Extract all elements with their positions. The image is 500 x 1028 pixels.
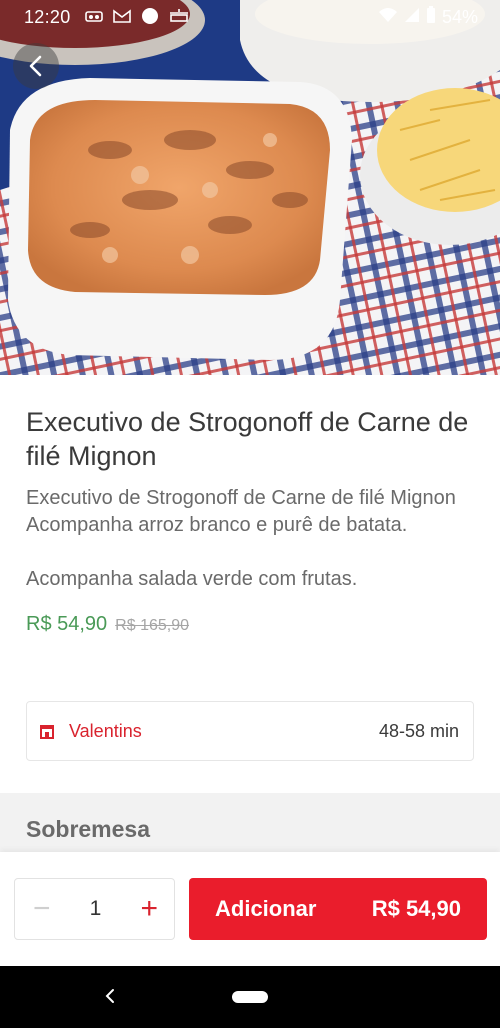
- bottom-action-bar: − 1 + Adicionar R$ 54,90: [0, 852, 500, 966]
- food-photo-illustration: [0, 0, 500, 375]
- status-bar: 12:20 54%: [0, 0, 500, 34]
- gmail-icon: [112, 8, 131, 26]
- nav-home-pill[interactable]: [232, 991, 268, 1003]
- wifi-icon: [378, 7, 398, 28]
- add-button-price: R$ 54,90: [371, 896, 461, 921]
- nav-back-icon[interactable]: [103, 988, 117, 1004]
- cooking-icon: [169, 8, 189, 27]
- back-button[interactable]: [13, 43, 59, 89]
- add-to-cart-button[interactable]: Adicionar R$ 54,90: [189, 878, 487, 940]
- price-row: R$ 54,90 R$ 165,90: [26, 613, 476, 636]
- decrease-quantity-button[interactable]: −: [33, 894, 51, 924]
- product-image: [0, 0, 500, 375]
- original-price: R$ 165,90: [115, 617, 190, 634]
- store-icon: [40, 725, 54, 739]
- system-nav-bar: [0, 966, 500, 1028]
- chevron-left-icon: [29, 55, 42, 77]
- section-title-dessert: Sobremesa: [26, 816, 151, 842]
- quantity-stepper: − 1 +: [14, 878, 175, 940]
- status-time: 12:20: [24, 6, 71, 27]
- signal-icon: [404, 7, 420, 28]
- store-name: Valentins: [69, 720, 142, 741]
- add-button-label: Adicionar: [215, 896, 317, 921]
- delivery-time: 48-58 min: [378, 720, 459, 741]
- cast-icon: [84, 9, 103, 26]
- circle-icon: [141, 7, 159, 28]
- product-detail-screen: 12:20 54% Executivo de Strogonoff de Car…: [0, 0, 500, 1028]
- store-card[interactable]: Valentins 48-58 min: [26, 701, 474, 761]
- quantity-value: 1: [89, 897, 102, 920]
- battery-icon: [426, 5, 436, 29]
- product-info: Executivo de Strogonoff de Carne de filé…: [26, 405, 476, 636]
- product-description: Executivo de Strogonoff de Carne de filé…: [26, 487, 456, 590]
- increase-quantity-button[interactable]: +: [140, 894, 158, 924]
- battery-percent: 54%: [441, 6, 478, 27]
- product-title: Executivo de Strogonoff de Carne de filé…: [26, 407, 469, 471]
- current-price: R$ 54,90: [26, 613, 108, 635]
